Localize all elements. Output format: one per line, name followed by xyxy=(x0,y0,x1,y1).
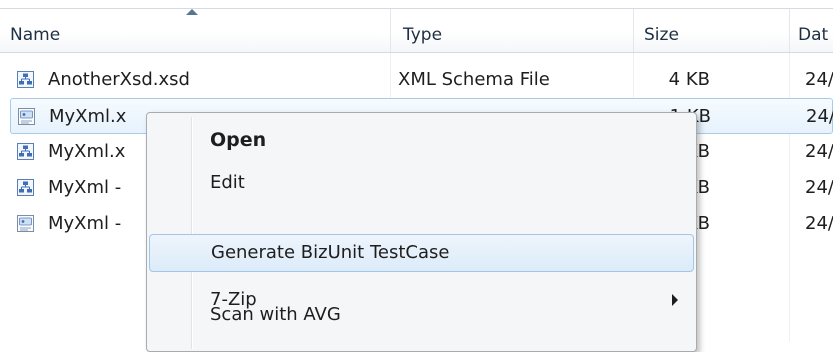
xsd-file-icon xyxy=(17,71,34,88)
xsd-file-icon xyxy=(17,179,34,196)
file-list-view: Name Type Size Dat AnotherXsd.xsd XML Sc… xyxy=(0,0,833,352)
file-date: 24/ xyxy=(805,141,833,162)
file-size: 4 KB xyxy=(668,69,710,90)
column-header-type[interactable]: Type xyxy=(390,9,633,52)
file-row[interactable]: AnotherXsd.xsd XML Schema File 4 KB 24/ xyxy=(10,62,833,98)
menu-item-generate-bizunit-testcase[interactable]: Generate BizUnit TestCase xyxy=(149,234,694,272)
menu-item-label: Open xyxy=(210,129,267,151)
file-name: MyXml - xyxy=(48,213,122,234)
column-header-size-label: Size xyxy=(644,25,679,45)
file-name: AnotherXsd.xsd xyxy=(48,69,190,90)
xsd-file-icon xyxy=(17,143,34,160)
menu-item-label: Generate BizUnit TestCase xyxy=(211,242,450,263)
file-date: 24/ xyxy=(805,69,833,90)
menu-item-open[interactable]: Open xyxy=(147,121,696,159)
xml-file-icon xyxy=(18,108,35,125)
column-header-bar: Name Type Size Dat xyxy=(0,8,833,53)
file-name: MyXml - xyxy=(48,177,122,198)
file-type: XML Schema File xyxy=(398,69,550,90)
menu-item-edit[interactable]: Edit xyxy=(147,164,696,202)
column-header-date-label: Dat xyxy=(798,25,829,45)
menu-item-label: Scan with AVG xyxy=(210,304,341,325)
sort-ascending-icon xyxy=(186,9,198,15)
column-header-type-label: Type xyxy=(403,25,443,45)
menu-item-label: Edit xyxy=(210,172,245,193)
column-header-name-label: Name xyxy=(10,25,61,45)
column-header-size[interactable]: Size xyxy=(633,9,789,52)
file-name: MyXml.x xyxy=(48,141,126,162)
column-header-name[interactable]: Name xyxy=(0,9,390,52)
menu-item-scan-with-avg[interactable]: Scan with AVG xyxy=(147,296,696,334)
xml-file-icon xyxy=(17,215,34,232)
file-date: 24/ xyxy=(805,177,833,198)
file-name: MyXml.x xyxy=(49,106,127,127)
file-date: 24/ xyxy=(806,106,833,127)
column-header-date[interactable]: Dat xyxy=(789,9,833,52)
file-date: 24/ xyxy=(805,213,833,234)
